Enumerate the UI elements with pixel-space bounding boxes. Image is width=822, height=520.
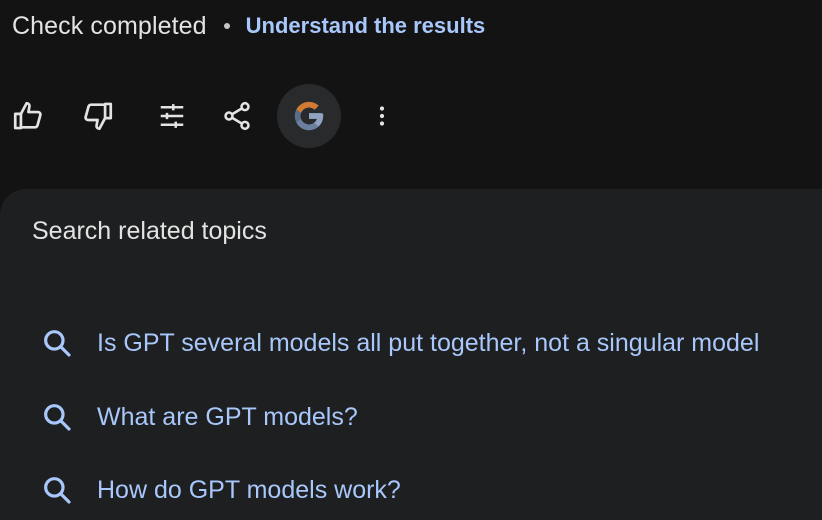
related-topic-item[interactable]: How do GPT models work?	[40, 470, 401, 510]
share-icon	[224, 101, 250, 131]
sliders-icon	[160, 104, 184, 128]
response-actions-toolbar	[0, 84, 420, 148]
understand-results-link[interactable]: Understand the results	[246, 13, 486, 39]
share-button[interactable]	[205, 84, 269, 148]
google-g-icon	[294, 101, 324, 131]
related-topics-title: Search related topics	[32, 217, 267, 245]
status-text: Check completed	[12, 11, 207, 40]
search-icon	[40, 400, 74, 434]
thumbs-down-icon	[84, 102, 113, 131]
response-footer: Check completed Understand the results S…	[0, 0, 822, 520]
check-status: Check completed Understand the results	[12, 8, 485, 44]
more-options-button[interactable]	[350, 84, 414, 148]
thumbs-up-button[interactable]	[0, 84, 60, 148]
related-topic-label: What are GPT models?	[97, 402, 358, 431]
related-topics-panel: Search related topics Is GPT several mod…	[0, 189, 822, 520]
status-separator-dot	[223, 23, 230, 29]
modify-response-button[interactable]	[140, 84, 204, 148]
more-vert-icon	[379, 106, 385, 126]
related-topic-item[interactable]: Is GPT several models all put together, …	[40, 323, 759, 363]
thumbs-down-button[interactable]	[66, 84, 130, 148]
double-check-google-button[interactable]	[277, 84, 341, 148]
search-icon	[40, 326, 74, 360]
search-icon	[40, 473, 74, 507]
thumbs-up-icon	[13, 101, 42, 130]
related-topic-item[interactable]: What are GPT models?	[40, 397, 358, 437]
related-topic-label: Is GPT several models all put together, …	[97, 328, 760, 357]
related-topic-label: How do GPT models work?	[97, 475, 401, 504]
